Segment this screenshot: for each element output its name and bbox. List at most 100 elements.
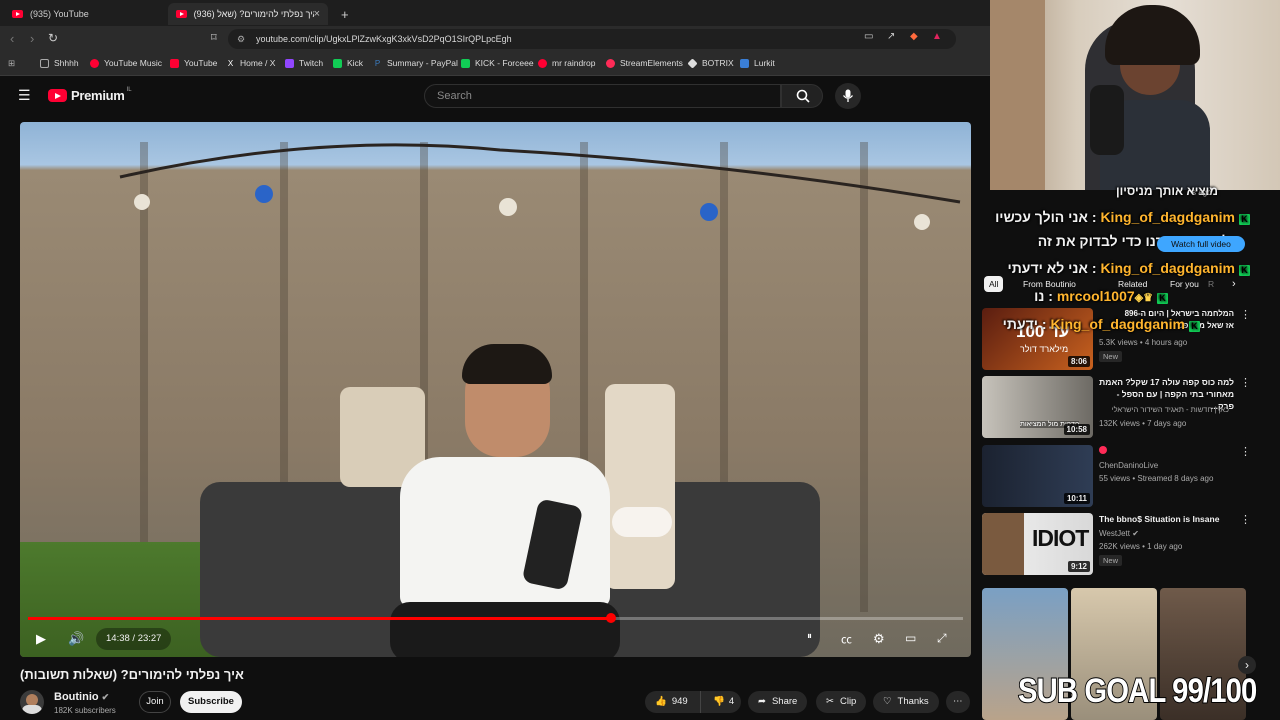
kick-badge-icon: K <box>1189 321 1200 332</box>
streamer-hair <box>1105 5 1200 65</box>
rewards-icon[interactable]: ▲ <box>932 31 942 42</box>
new-badge: New <box>1099 555 1123 566</box>
site-settings-icon[interactable]: ⚙ <box>237 29 245 49</box>
voice-search-button[interactable] <box>835 83 861 109</box>
channel-name[interactable]: כאן | חדשות - תאגיד השידור הישראלי <box>1099 405 1229 414</box>
chat-message: נו : mrcool1007◈♛ K <box>1034 288 1168 304</box>
volume-icon[interactable]: 🔊 <box>68 631 84 647</box>
timestamp-fragment: s ago <box>1192 188 1212 197</box>
person-on-phone <box>390 344 620 657</box>
more-vertical-icon[interactable]: ⋮ <box>1240 376 1251 389</box>
string-lights <box>119 143 961 230</box>
bookmark-icon[interactable]: ⌑ <box>211 31 217 44</box>
raindrop-icon <box>538 58 547 68</box>
time-display: 14:38 / 23:27 <box>96 628 172 650</box>
settings-gear-icon[interactable]: ⚙ <box>873 631 885 647</box>
recommendation-item[interactable]: IDIOT 9:12 The bbno$ Situation is Insane… <box>982 513 1252 577</box>
progress-bar[interactable] <box>28 613 963 623</box>
tab-title: (936) איך נפלתי להימורים? (שאל... <box>193 9 314 19</box>
watermark-logo <box>612 507 672 537</box>
channel-name[interactable]: ChenDaninoLive <box>1099 461 1158 470</box>
subscribe-button[interactable]: Subscribe <box>180 691 242 713</box>
youtube-favicon-icon <box>12 10 23 18</box>
video-thumbnail[interactable]: IDIOT 9:12 <box>982 513 1093 575</box>
recommendation-item[interactable]: 10:11 ChenDaninoLive 55 views • Streamed… <box>982 445 1252 509</box>
back-icon[interactable]: ‹ <box>10 31 14 46</box>
channel-name[interactable]: Boutinio ✔ <box>54 691 109 703</box>
more-vertical-icon[interactable]: ⋮ <box>1240 513 1251 526</box>
scissors-icon: ✂ <box>826 696 834 707</box>
channel-name[interactable]: WestJett ✔ <box>1099 529 1139 538</box>
bookmark-item[interactable]: P Summary - PayPal <box>373 58 458 68</box>
kick-badge-icon: K <box>1157 293 1168 304</box>
x-icon: X <box>227 58 234 68</box>
recommendation-item[interactable]: הדקות מול המציאות 10:58 למה כוס קפה עולה… <box>982 376 1252 440</box>
search-icon <box>796 89 810 103</box>
youtube-premium-logo[interactable]: Premium IL <box>48 87 132 103</box>
autoplay-toggle-icon[interactable]: ⏸ <box>807 631 812 642</box>
install-app-icon[interactable]: ▭ <box>864 31 873 42</box>
like-dislike-group: 👍 949 👎 4 <box>645 691 741 713</box>
chat-message: אני לא ידעתי : King_of_dagdganim K <box>1008 260 1250 276</box>
close-tab-icon[interactable]: × <box>314 8 320 20</box>
browser-tab-active[interactable]: (936) איך נפלתי להימורים? (שאל... × <box>168 3 328 25</box>
theater-mode-icon[interactable]: ▭ <box>905 631 916 645</box>
bookmark-item[interactable]: mr raindrop <box>538 58 595 68</box>
video-thumbnail[interactable]: 10:11 <box>982 445 1093 507</box>
share-icon: ➦ <box>758 696 766 707</box>
bookmark-item[interactable]: Kick <box>333 58 363 68</box>
thumbs-up-icon: 👍 <box>655 696 667 707</box>
video-meta: 132K views • 7 days ago <box>1099 419 1187 428</box>
botrix-icon <box>687 57 698 69</box>
share-page-icon[interactable]: ↗ <box>887 31 895 42</box>
bookmark-item[interactable]: KICK - Forceee <box>461 58 534 68</box>
watch-full-video-button[interactable]: Watch full video <box>1157 236 1245 252</box>
bookmark-item[interactable]: X Home / X <box>226 58 276 68</box>
search-input[interactable]: Search <box>424 84 781 108</box>
join-button[interactable]: Join <box>139 691 171 713</box>
subscriber-badge-icon: ◈♛ <box>1134 292 1153 304</box>
dislike-button[interactable]: 👎 4 <box>707 691 734 713</box>
video-meta: 55 views • Streamed 8 days ago <box>1099 474 1214 483</box>
address-bar[interactable]: ⚙ youtube.com/clip/UgkxLPlZzwKxgK3xkVsD2… <box>228 29 956 49</box>
like-button[interactable]: 👍 949 <box>645 691 701 713</box>
verified-icon: ✔ <box>101 692 110 702</box>
bookmark-item[interactable]: Shhhh <box>40 58 79 68</box>
thanks-button[interactable]: ♡ Thanks <box>873 691 939 713</box>
chat-message: ידעתי : King_of_dagdganim K <box>1003 316 1200 332</box>
forward-icon[interactable]: › <box>30 31 34 46</box>
more-vertical-icon[interactable]: ⋮ <box>1240 445 1251 458</box>
video-title <box>1099 445 1234 457</box>
new-badge: New <box>1099 351 1123 362</box>
bookmark-item[interactable]: YouTube <box>170 58 217 68</box>
apps-grid-icon[interactable]: ⊞ <box>8 58 15 69</box>
stream-chat-overlay: מוציא אותך מניסיון s ago אני הולך עכשיו … <box>990 182 1280 342</box>
bookmark-item[interactable]: StreamElements <box>606 58 683 68</box>
browser-tab-bar: (935) YouTube (936) איך נפלתי להימורים? … <box>0 0 990 26</box>
reload-icon[interactable]: ↻ <box>48 31 58 45</box>
bookmark-item[interactable]: Lurkit <box>740 58 775 68</box>
menu-icon[interactable]: ☰ <box>18 87 31 104</box>
youtube-favicon-icon <box>176 10 187 18</box>
youtube-music-icon <box>90 58 99 68</box>
more-actions-button[interactable]: ⋯ <box>946 691 970 713</box>
play-icon[interactable]: ▶ <box>36 631 46 647</box>
captions-icon[interactable]: ㏄ <box>841 631 852 647</box>
video-thumbnail[interactable]: הדקות מול המציאות 10:58 <box>982 376 1093 438</box>
door <box>990 0 1045 190</box>
search-button[interactable] <box>781 84 823 108</box>
browser-tab[interactable]: (935) YouTube <box>4 3 170 25</box>
clip-button[interactable]: ✂ Clip <box>816 691 867 713</box>
video-player[interactable]: ▶ 🔊 14:38 / 23:27 ⏸ ㏄ ⚙ ▭ ⤢ <box>20 122 971 657</box>
bookmark-item[interactable]: YouTube Music <box>90 58 162 68</box>
channel-avatar[interactable] <box>20 690 44 714</box>
twitch-icon <box>285 58 294 68</box>
youtube-header: ☰ Premium IL Search <box>0 76 990 116</box>
bookmark-item[interactable]: Twitch <box>285 58 323 68</box>
share-button[interactable]: ➦ Share <box>748 691 808 713</box>
bookmark-item[interactable]: BOTRIX <box>687 57 734 69</box>
bookmarks-bar: ⊞ Shhhh YouTube Music YouTube X Home / X … <box>0 52 990 76</box>
new-tab-button[interactable]: + <box>333 3 357 25</box>
fullscreen-icon[interactable]: ⤢ <box>937 631 947 646</box>
brave-shield-icon[interactable]: ◆ <box>910 31 918 42</box>
